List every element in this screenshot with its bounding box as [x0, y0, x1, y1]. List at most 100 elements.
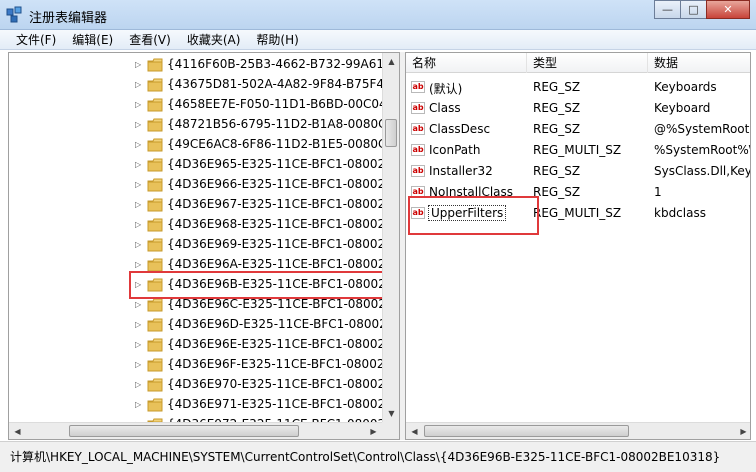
folder-icon [147, 218, 163, 232]
expand-arrow-icon[interactable]: ▷ [135, 60, 143, 70]
folder-icon [147, 158, 163, 172]
minimize-button[interactable]: — [654, 0, 681, 19]
tree-item[interactable]: ▷ {49CE6AC8-6F86-11D2-B1E5-0080C72 [9, 135, 399, 155]
expand-arrow-icon[interactable]: ▷ [135, 120, 143, 130]
value-row[interactable]: ab (默认) REG_SZ Keyboards [406, 77, 750, 98]
tree-item[interactable]: ▷ {4D36E966-E325-11CE-BFC1-08002BE [9, 175, 399, 195]
close-button[interactable]: ✕ [706, 0, 750, 19]
expand-arrow-icon[interactable]: ▷ [135, 140, 143, 150]
expand-arrow-icon[interactable]: ▷ [135, 240, 143, 250]
expand-arrow-icon[interactable]: ▷ [135, 300, 143, 310]
scroll-thumb[interactable] [424, 425, 629, 437]
value-data: @%SystemRoot [654, 122, 750, 136]
value-type: REG_SZ [533, 101, 581, 115]
tree-vertical-scrollbar[interactable]: ▲ ▼ [382, 53, 399, 422]
list-header: 名称 类型 数据 [406, 53, 750, 73]
folder-icon [147, 178, 163, 192]
expand-arrow-icon[interactable]: ▷ [135, 400, 143, 410]
current-key-path: 计算机\HKEY_LOCAL_MACHINE\SYSTEM\CurrentCon… [10, 450, 721, 464]
string-value-icon: ab [411, 81, 425, 93]
column-header-name[interactable]: 名称 [406, 53, 527, 73]
scroll-right-arrow-icon[interactable]: ▶ [735, 423, 750, 439]
folder-icon [147, 138, 163, 152]
value-data: SysClass.Dll,Keyb [654, 164, 751, 178]
value-data: %SystemRoot%\ [654, 143, 751, 157]
tree-item[interactable]: ▷ {43675D81-502A-4A82-9F84-B75F418 [9, 75, 399, 95]
tree-item-label: {4D36E967-E325-11CE-BFC1-08002BE [167, 197, 400, 211]
expand-arrow-icon[interactable]: ▷ [135, 360, 143, 370]
expand-arrow-icon[interactable]: ▷ [135, 200, 143, 210]
tree-item-label: {4658EE7E-F050-11D1-B6BD-00C04FA [167, 97, 400, 111]
menu-edit[interactable]: 编辑(E) [64, 31, 121, 48]
tree-item-label: {4D36E96D-E325-11CE-BFC1-08002BE [167, 317, 400, 331]
tree-item[interactable]: ▷ {4D36E970-E325-11CE-BFC1-08002BE [9, 375, 399, 395]
tree-item-label: {4D36E96C-E325-11CE-BFC1-08002BE [167, 297, 400, 311]
tree-item[interactable]: ▷ {4D36E971-E325-11CE-BFC1-08002BE [9, 395, 399, 415]
value-data: kbdclass [654, 206, 706, 220]
expand-arrow-icon[interactable]: ▷ [135, 100, 143, 110]
folder-icon [147, 318, 163, 332]
tree-item-label: {4D36E96F-E325-11CE-BFC1-08002BE [167, 357, 400, 371]
tree-item[interactable]: ▷ {4D36E96F-E325-11CE-BFC1-08002BE [9, 355, 399, 375]
tree-item[interactable]: ▷ {4D36E968-E325-11CE-BFC1-08002BE [9, 215, 399, 235]
folder-icon [147, 98, 163, 112]
expand-arrow-icon[interactable]: ▷ [135, 340, 143, 350]
value-row[interactable]: ab ClassDesc REG_SZ @%SystemRoot [406, 119, 750, 140]
folder-icon [147, 238, 163, 252]
highlight-box-upperfilters [408, 196, 539, 235]
tree-item-label: {49CE6AC8-6F86-11D2-B1E5-0080C72 [167, 137, 400, 151]
expand-arrow-icon[interactable]: ▷ [135, 180, 143, 190]
value-name: IconPath [429, 143, 481, 157]
list-horizontal-scrollbar[interactable]: ◀ ▶ [406, 422, 750, 439]
tree-item[interactable]: ▷ {4D36E967-E325-11CE-BFC1-08002BE [9, 195, 399, 215]
value-list[interactable]: 名称 类型 数据 ab (默认) REG_SZ Keyboards ab Class REG… [405, 52, 751, 440]
column-header-type[interactable]: 类型 [527, 53, 648, 73]
maximize-button[interactable]: □ [680, 0, 707, 19]
scroll-thumb[interactable] [385, 119, 397, 147]
expand-arrow-icon[interactable]: ▷ [135, 320, 143, 330]
tree-item[interactable]: ▷ {4658EE7E-F050-11D1-B6BD-00C04FA [9, 95, 399, 115]
tree-item[interactable]: ▷ {4D36E969-E325-11CE-BFC1-08002BE [9, 235, 399, 255]
scroll-left-arrow-icon[interactable]: ◀ [406, 423, 423, 439]
expand-arrow-icon[interactable]: ▷ [135, 160, 143, 170]
expand-arrow-icon[interactable]: ▷ [135, 80, 143, 90]
tree-horizontal-scrollbar[interactable]: ◀ ▶ [9, 422, 382, 439]
value-row[interactable]: ab IconPath REG_MULTI_SZ %SystemRoot%\ [406, 140, 751, 161]
tree-item[interactable]: ▷ {4D36E96D-E325-11CE-BFC1-08002BE [9, 315, 399, 335]
status-bar: 计算机\HKEY_LOCAL_MACHINE\SYSTEM\CurrentCon… [0, 441, 756, 472]
value-row[interactable]: ab Installer32 REG_SZ SysClass.Dll,Keyb [406, 161, 751, 182]
value-type: REG_SZ [533, 122, 581, 136]
expand-arrow-icon[interactable]: ▷ [135, 380, 143, 390]
tree-item-label: {43675D81-502A-4A82-9F84-B75F418 [167, 77, 400, 91]
scroll-left-arrow-icon[interactable]: ◀ [9, 423, 26, 439]
tree-item[interactable]: ▷ {48721B56-6795-11D2-B1A8-0080C72 [9, 115, 399, 135]
tree-item[interactable]: ▷ {4116F60B-25B3-4662-B732-99A6111 [9, 55, 399, 75]
column-header-data[interactable]: 数据 [648, 53, 750, 73]
registry-tree[interactable]: ▷ {4116F60B-25B3-4662-B732-99A6111 ▷ {43675… [8, 52, 400, 440]
scroll-thumb[interactable] [69, 425, 299, 437]
value-row[interactable]: ab Class REG_SZ Keyboard [406, 98, 750, 119]
menu-help[interactable]: 帮助(H) [248, 31, 306, 48]
value-data: 1 [654, 185, 662, 199]
tree-item-label: {48721B56-6795-11D2-B1A8-0080C72 [167, 117, 400, 131]
expand-arrow-icon[interactable]: ▷ [135, 220, 143, 230]
menu-favorites[interactable]: 收藏夹(A) [179, 31, 249, 48]
registry-editor-icon [6, 6, 22, 23]
string-value-icon: ab [411, 123, 425, 135]
menu-view[interactable]: 查看(V) [121, 31, 179, 48]
scroll-up-arrow-icon[interactable]: ▲ [383, 53, 399, 70]
tree-item-label: {4D36E969-E325-11CE-BFC1-08002BE [167, 237, 400, 251]
folder-icon [147, 198, 163, 212]
folder-icon [147, 258, 163, 272]
highlight-box-selected-key [129, 271, 397, 299]
tree-item[interactable]: ▷ {4D36E96E-E325-11CE-BFC1-08002BE [9, 335, 399, 355]
value-data: Keyboards [654, 80, 717, 94]
menu-file[interactable]: 文件(F) [8, 31, 64, 48]
scroll-right-arrow-icon[interactable]: ▶ [365, 423, 382, 439]
window-title: 注册表编辑器 [29, 11, 108, 26]
value-type: REG_MULTI_SZ [533, 206, 622, 220]
tree-item-label: {4D36E965-E325-11CE-BFC1-08002BE [167, 157, 400, 171]
scroll-down-arrow-icon[interactable]: ▼ [383, 405, 399, 422]
expand-arrow-icon[interactable]: ▷ [135, 260, 143, 270]
tree-item[interactable]: ▷ {4D36E965-E325-11CE-BFC1-08002BE [9, 155, 399, 175]
